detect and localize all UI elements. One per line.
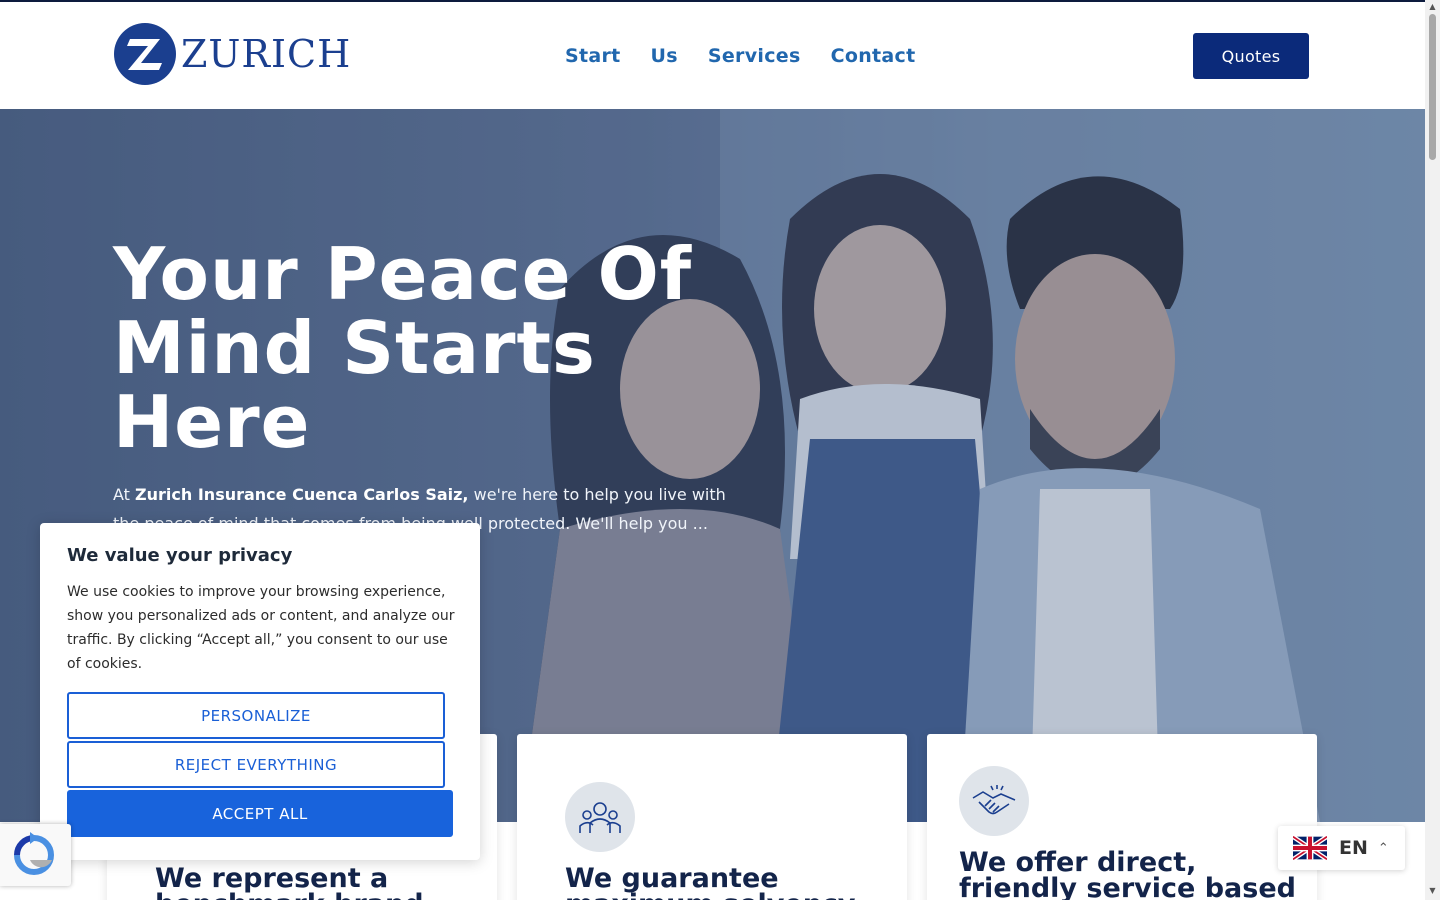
hero-title: Your Peace Of Mind Starts Here bbox=[113, 232, 693, 464]
uk-flag-icon bbox=[1293, 836, 1327, 860]
chevron-up-icon: ⌃ bbox=[1377, 840, 1389, 856]
language-switcher[interactable]: EN ⌃ bbox=[1278, 826, 1405, 870]
nav-start[interactable]: Start bbox=[565, 45, 621, 67]
scroll-up-arrow-icon[interactable]: ▲ bbox=[1425, 0, 1440, 14]
reject-all-button[interactable]: REJECT EVERYTHING bbox=[67, 741, 445, 788]
personalize-button[interactable]: PERSONALIZE bbox=[67, 692, 445, 739]
cookie-title: We value your privacy bbox=[67, 545, 293, 566]
language-code: EN bbox=[1339, 837, 1368, 859]
feature-card-service: We offer direct, friendly service based bbox=[927, 734, 1317, 900]
hero-text-prefix: At bbox=[113, 485, 136, 504]
feature-card-title: We offer direct, friendly service based bbox=[959, 847, 1296, 900]
hero-text-company: Zurich Insurance Cuenca Carlos Saiz, bbox=[135, 485, 469, 504]
nav-contact[interactable]: Contact bbox=[831, 45, 916, 67]
main-nav: Start Us Services Contact bbox=[565, 45, 915, 67]
recaptcha-icon bbox=[14, 832, 54, 875]
quotes-button[interactable]: Quotes bbox=[1193, 33, 1309, 79]
nav-us[interactable]: Us bbox=[651, 45, 678, 67]
feature-card-solvency: We guarantee maximum solvency bbox=[517, 734, 907, 900]
handshake-icon bbox=[959, 766, 1029, 836]
feature-card-title: We guarantee maximum solvency bbox=[565, 863, 856, 900]
zurich-logo-icon bbox=[114, 23, 176, 85]
cookie-description: We use cookies to improve your browsing … bbox=[67, 584, 455, 672]
accept-all-button[interactable]: ACCEPT ALL bbox=[67, 790, 453, 837]
scroll-thumb[interactable] bbox=[1429, 14, 1436, 160]
scroll-down-arrow-icon[interactable]: ▼ bbox=[1425, 884, 1440, 898]
recaptcha-badge[interactable] bbox=[0, 824, 71, 886]
nav-services[interactable]: Services bbox=[708, 45, 801, 67]
logo-wordmark: ZURICH bbox=[181, 32, 352, 76]
team-icon bbox=[565, 782, 635, 852]
feature-card-title: We represent a benchmark brand bbox=[155, 863, 424, 900]
page-scrollbar[interactable]: ▲ ▼ bbox=[1425, 0, 1440, 900]
cookie-consent-dialog: We value your privacy We use cookies to … bbox=[40, 523, 480, 860]
site-header: ZURICH Start Us Services Contact Quotes bbox=[0, 2, 1425, 109]
zurich-logo[interactable]: ZURICH bbox=[113, 22, 351, 86]
